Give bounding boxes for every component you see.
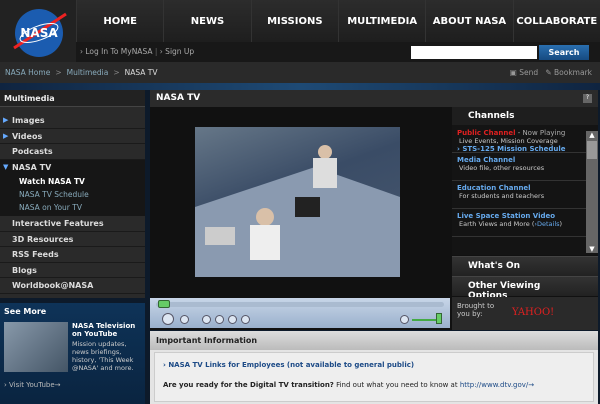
sidebar-title: Multimedia xyxy=(0,90,145,107)
sidebar-item-rss[interactable]: RSS Feeds xyxy=(0,247,145,263)
nav-news[interactable]: NEWS xyxy=(163,0,251,42)
send-icon: ▣ xyxy=(509,68,517,77)
paren: ) xyxy=(559,220,563,228)
crumb-multimedia[interactable]: Multimedia xyxy=(67,68,109,77)
channel-public[interactable]: Public Channel - Now Playing Live Events,… xyxy=(452,125,586,153)
nasa-logo[interactable]: NASA xyxy=(8,4,70,62)
svg-text:NASA: NASA xyxy=(20,26,58,40)
sidebar-item-3d[interactable]: 3D Resources xyxy=(0,232,145,247)
next-button[interactable] xyxy=(241,315,250,324)
panel-title: NASA TV xyxy=(150,90,598,107)
channel-media[interactable]: Media Channel Video file, other resources xyxy=(452,153,586,181)
sidebar-nasatv-group: ▼ NASA TV Watch NASA TV NASA TV Schedule … xyxy=(0,159,145,216)
crumb-home[interactable]: NASA Home xyxy=(5,68,50,77)
sponsor-label: Brought to you by: xyxy=(457,302,495,318)
main-nav: HOME NEWS MISSIONS MULTIMEDIA ABOUT NASA… xyxy=(76,0,600,42)
expand-arrow-icon: ▶ xyxy=(3,116,9,124)
signup-link[interactable]: › Sign Up xyxy=(160,47,194,56)
search-button[interactable]: Search xyxy=(539,45,589,60)
sidebar-item-blogs[interactable]: Blogs xyxy=(0,263,145,278)
crumb-current: NASA TV xyxy=(124,68,158,77)
channel-desc: For students and teachers xyxy=(459,192,545,200)
sidebar-sub-watch[interactable]: Watch NASA TV xyxy=(0,175,145,188)
sidebar: Multimedia ▶ Images ▶ Videos Podcasts ▼ NAS… xyxy=(0,90,145,298)
sponsor-box: Brought to you by: YAHOO! xyxy=(452,297,598,330)
channels-scrollbar[interactable]: ▲ ▼ xyxy=(586,131,598,253)
seek-handle[interactable] xyxy=(158,300,170,308)
info-title: Important Information xyxy=(150,331,598,350)
important-info: Important Information › NASA TV Links fo… xyxy=(150,331,598,404)
youtube-desc: Mission updates, news briefings, history… xyxy=(72,340,134,372)
stop-button[interactable] xyxy=(180,315,189,324)
sidebar-item-label: NASA TV xyxy=(12,162,52,172)
channels-panel: Channels Public Channel - Now Playing Liv… xyxy=(452,107,598,255)
sidebar-sub-your-tv[interactable]: NASA on Your TV xyxy=(0,201,145,216)
sidebar-item-images[interactable]: ▶ Images xyxy=(0,113,145,129)
nav-multimedia[interactable]: MULTIMEDIA xyxy=(337,0,426,42)
player-controls xyxy=(150,298,450,328)
seek-bar[interactable] xyxy=(156,302,444,307)
sidebar-item-worldbook[interactable]: Worldbook@NASA xyxy=(0,278,145,294)
nav-collaborate[interactable]: COLLABORATE xyxy=(512,0,600,42)
sidebar-item-label: Images xyxy=(12,116,45,125)
dtv-link[interactable]: http://www.dtv.gov/→ xyxy=(460,381,534,389)
starfield-strip xyxy=(0,83,600,90)
channel-name: Public Channel xyxy=(457,129,516,137)
previous-button[interactable] xyxy=(202,315,211,324)
volume-slider[interactable] xyxy=(412,319,438,321)
sidebar-item-interactive[interactable]: Interactive Features xyxy=(0,216,145,232)
channel-education[interactable]: Education Channel For students and teache… xyxy=(452,181,586,209)
fast-forward-button[interactable] xyxy=(228,315,237,324)
channel-space-station[interactable]: Live Space Station Video Earth Views and … xyxy=(452,209,586,237)
play-button[interactable] xyxy=(162,313,174,325)
other-viewing-panel[interactable]: Other Viewing Options xyxy=(452,276,598,301)
see-more-box: See More NASA Television on YouTube Miss… xyxy=(0,303,145,404)
expand-arrow-icon: ▶ xyxy=(3,131,9,140)
search-input[interactable] xyxy=(411,46,537,59)
nav-missions[interactable]: MISSIONS xyxy=(250,0,338,42)
login-link[interactable]: › Log In To MyNASA xyxy=(80,47,152,56)
dtv-question: Are you ready for the Digital TV transit… xyxy=(163,381,334,389)
details-link[interactable]: ›Details xyxy=(534,220,559,228)
sidebar-sub-schedule[interactable]: NASA TV Schedule xyxy=(0,188,145,201)
nav-home[interactable]: HOME xyxy=(76,0,164,42)
channel-desc: Live Events, Mission Coverage xyxy=(459,137,558,145)
employee-links[interactable]: › NASA TV Links for Employees (not avail… xyxy=(163,361,585,369)
nav-about[interactable]: ABOUT NASA xyxy=(425,0,513,42)
yahoo-logo[interactable]: YAHOO! xyxy=(512,307,554,318)
bookmark-icon: ✎ xyxy=(545,68,552,77)
sidebar-item-podcasts[interactable]: Podcasts xyxy=(0,144,145,160)
rewind-button[interactable] xyxy=(215,315,224,324)
visit-youtube-link[interactable]: › Visit YouTube→ xyxy=(4,381,61,389)
mute-button[interactable] xyxy=(400,315,409,324)
see-more-title: See More xyxy=(4,307,47,316)
scroll-down-icon[interactable]: ▼ xyxy=(586,245,598,253)
now-playing: - Now Playing xyxy=(515,129,566,137)
page-tools: ▣ Send ✎ Bookmark xyxy=(510,68,592,77)
sidebar-item-label: Videos xyxy=(12,131,43,141)
channels-title: Channels xyxy=(452,107,598,125)
send-link[interactable]: Send xyxy=(519,68,538,77)
video-player[interactable] xyxy=(195,127,400,277)
scroll-up-icon[interactable]: ▲ xyxy=(586,131,598,139)
dtv-text: Find out what you need to know at xyxy=(333,381,460,389)
sidebar-item-videos[interactable]: ▶ Videos xyxy=(0,129,145,144)
scroll-thumb[interactable] xyxy=(587,141,597,159)
channel-name: Live Space Station Video xyxy=(457,212,556,220)
shuttle-thumbnail[interactable] xyxy=(4,322,68,372)
channel-desc: Video file, other resources xyxy=(459,164,545,172)
channel-desc: Earth Views and More ( xyxy=(459,220,535,228)
whats-on-panel[interactable]: What's On xyxy=(452,256,598,276)
sidebar-item-nasa-tv[interactable]: ▼ NASA TV xyxy=(0,160,145,176)
youtube-title[interactable]: NASA Television on YouTube xyxy=(72,322,140,338)
schedule-link[interactable]: › STS-125 Mission Schedule xyxy=(457,145,581,153)
channel-name: Media Channel xyxy=(457,156,516,164)
volume-handle[interactable] xyxy=(436,313,442,324)
bookmark-link[interactable]: Bookmark xyxy=(554,68,592,77)
channel-name: Education Channel xyxy=(457,184,531,192)
help-icon[interactable]: ? xyxy=(583,94,592,103)
collapse-arrow-icon: ▼ xyxy=(3,162,9,171)
